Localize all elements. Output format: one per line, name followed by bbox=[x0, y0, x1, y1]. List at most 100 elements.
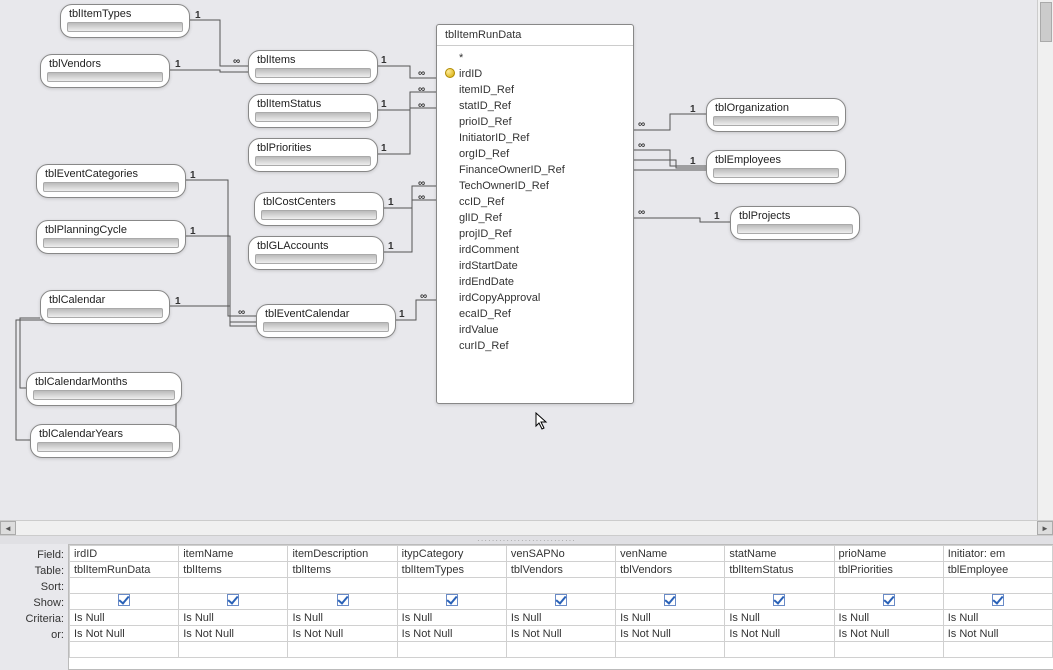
table-tblEmployees[interactable]: tblEmployees bbox=[706, 150, 846, 184]
grid-cell[interactable]: Is Null bbox=[725, 610, 834, 626]
grid-cell[interactable] bbox=[616, 594, 725, 610]
table-tblOrganization[interactable]: tblOrganization bbox=[706, 98, 846, 132]
grid-cell[interactable]: Is Null bbox=[397, 610, 506, 626]
grid-cell[interactable]: Is Null bbox=[943, 610, 1052, 626]
grid-cell[interactable]: Is Not Null bbox=[616, 626, 725, 642]
grid-cell[interactable] bbox=[179, 642, 288, 658]
grid-cell[interactable]: Initiator: em bbox=[943, 546, 1052, 562]
table-tblEventCalendar[interactable]: tblEventCalendar bbox=[256, 304, 396, 338]
grid-cell[interactable]: Is Not Null bbox=[834, 626, 943, 642]
table-tblProjects[interactable]: tblProjects bbox=[730, 206, 860, 240]
grid-cell[interactable]: Is Not Null bbox=[397, 626, 506, 642]
field-irdID[interactable]: irdID bbox=[443, 66, 627, 82]
grid-cell[interactable]: tblItems bbox=[179, 562, 288, 578]
field-FinanceOwnerIDRef[interactable]: FinanceOwnerID_Ref bbox=[443, 162, 627, 178]
grid-cell[interactable] bbox=[506, 642, 615, 658]
table-tblCalendar[interactable]: tblCalendar bbox=[40, 290, 170, 324]
grid-cell[interactable] bbox=[616, 642, 725, 658]
field-orgIDRef[interactable]: orgID_Ref bbox=[443, 146, 627, 162]
field-irdCopyApproval[interactable]: irdCopyApproval bbox=[443, 290, 627, 306]
table-tblGLAccounts[interactable]: tblGLAccounts bbox=[248, 236, 384, 270]
field-prioIDRef[interactable]: prioID_Ref bbox=[443, 114, 627, 130]
field-irdEndDate[interactable]: irdEndDate bbox=[443, 274, 627, 290]
table-tblPlanningCycle[interactable]: tblPlanningCycle bbox=[36, 220, 186, 254]
field-irdValue[interactable]: irdValue bbox=[443, 322, 627, 338]
table-tblItemRunData[interactable]: tblItemRunData *irdIDitemID_RefstatID_Re… bbox=[436, 24, 634, 404]
field-ccIDRef[interactable]: ccID_Ref bbox=[443, 194, 627, 210]
grid-cell[interactable] bbox=[288, 642, 397, 658]
grid-cell[interactable] bbox=[943, 594, 1052, 610]
grid-cell[interactable] bbox=[70, 642, 179, 658]
grid-cell[interactable]: statName bbox=[725, 546, 834, 562]
grid-cell[interactable] bbox=[616, 578, 725, 594]
field-statIDRef[interactable]: statID_Ref bbox=[443, 98, 627, 114]
grid-cell[interactable] bbox=[834, 642, 943, 658]
grid-cell[interactable] bbox=[288, 578, 397, 594]
field-irdStartDate[interactable]: irdStartDate bbox=[443, 258, 627, 274]
grid-cell[interactable] bbox=[179, 578, 288, 594]
grid-cell[interactable]: Is Null bbox=[506, 610, 615, 626]
grid-cell[interactable] bbox=[70, 594, 179, 610]
field-curIDRef[interactable]: curID_Ref bbox=[443, 338, 627, 354]
pane-splitter[interactable] bbox=[0, 536, 1053, 544]
table-tblEventCategories[interactable]: tblEventCategories bbox=[36, 164, 186, 198]
show-checkbox[interactable] bbox=[337, 594, 349, 606]
grid-cell[interactable]: itemDescription bbox=[288, 546, 397, 562]
grid-cell[interactable] bbox=[397, 594, 506, 610]
grid-cell[interactable]: tblItemRunData bbox=[70, 562, 179, 578]
grid-cell[interactable] bbox=[834, 594, 943, 610]
show-checkbox[interactable] bbox=[446, 594, 458, 606]
grid-cell[interactable]: itemName bbox=[179, 546, 288, 562]
grid-cell[interactable] bbox=[506, 578, 615, 594]
grid-cell[interactable] bbox=[506, 594, 615, 610]
grid-cell[interactable] bbox=[397, 642, 506, 658]
field-InitiatorIDRef[interactable]: InitiatorID_Ref bbox=[443, 130, 627, 146]
grid-cell[interactable] bbox=[943, 642, 1052, 658]
grid-cell[interactable]: venSAPNo bbox=[506, 546, 615, 562]
field-projIDRef[interactable]: projID_Ref bbox=[443, 226, 627, 242]
table-tblItems[interactable]: tblItems bbox=[248, 50, 378, 84]
show-checkbox[interactable] bbox=[992, 594, 1004, 606]
field-glIDRef[interactable]: glID_Ref bbox=[443, 210, 627, 226]
grid-cell[interactable] bbox=[725, 578, 834, 594]
show-checkbox[interactable] bbox=[664, 594, 676, 606]
grid-cell[interactable] bbox=[943, 578, 1052, 594]
grid-cell[interactable] bbox=[397, 578, 506, 594]
scrollbar-thumb[interactable] bbox=[1040, 2, 1052, 42]
diagram-vertical-scrollbar[interactable] bbox=[1037, 0, 1053, 520]
table-tblItemStatus[interactable]: tblItemStatus bbox=[248, 94, 378, 128]
table-tblVendors[interactable]: tblVendors bbox=[40, 54, 170, 88]
field-irdComment[interactable]: irdComment bbox=[443, 242, 627, 258]
field-[interactable]: * bbox=[443, 50, 627, 66]
table-tblCalendarMonths[interactable]: tblCalendarMonths bbox=[26, 372, 182, 406]
grid-cell[interactable]: Is Not Null bbox=[70, 626, 179, 642]
grid-cell[interactable] bbox=[179, 594, 288, 610]
table-tblPriorities[interactable]: tblPriorities bbox=[248, 138, 378, 172]
grid-cell[interactable]: tblItemStatus bbox=[725, 562, 834, 578]
grid-cell[interactable]: venName bbox=[616, 546, 725, 562]
grid-cell[interactable]: tblVendors bbox=[616, 562, 725, 578]
grid-cell[interactable]: Is Null bbox=[179, 610, 288, 626]
grid-cell[interactable] bbox=[834, 578, 943, 594]
grid-cell[interactable]: Is Not Null bbox=[179, 626, 288, 642]
grid-cell[interactable] bbox=[70, 578, 179, 594]
field-TechOwnerIDRef[interactable]: TechOwnerID_Ref bbox=[443, 178, 627, 194]
grid-cell[interactable]: tblVendors bbox=[506, 562, 615, 578]
relationship-diagram-pane[interactable]: 1 ∞ 1 1 ∞ 1 ∞ 1 ∞ 1 ∞ 1 ∞ 1 ∞ 1 ∞ 1 1 ∞ … bbox=[0, 0, 1053, 520]
grid-cell[interactable]: prioName bbox=[834, 546, 943, 562]
grid-cell[interactable]: tblEmployee bbox=[943, 562, 1052, 578]
scroll-left-button[interactable]: ◄ bbox=[0, 521, 16, 535]
show-checkbox[interactable] bbox=[227, 594, 239, 606]
field-ecaIDRef[interactable]: ecaID_Ref bbox=[443, 306, 627, 322]
grid-cell[interactable]: Is Null bbox=[834, 610, 943, 626]
table-tblItemTypes[interactable]: tblItemTypes bbox=[60, 4, 190, 38]
grid-cell[interactable]: tblItemTypes bbox=[397, 562, 506, 578]
show-checkbox[interactable] bbox=[773, 594, 785, 606]
grid-cell[interactable]: Is Not Null bbox=[725, 626, 834, 642]
grid-cell[interactable]: Is Not Null bbox=[288, 626, 397, 642]
grid-cell[interactable] bbox=[288, 594, 397, 610]
grid-cell[interactable]: Is Not Null bbox=[506, 626, 615, 642]
grid-cell[interactable]: Is Null bbox=[70, 610, 179, 626]
scroll-right-button[interactable]: ► bbox=[1037, 521, 1053, 535]
grid-cell[interactable]: tblPriorities bbox=[834, 562, 943, 578]
